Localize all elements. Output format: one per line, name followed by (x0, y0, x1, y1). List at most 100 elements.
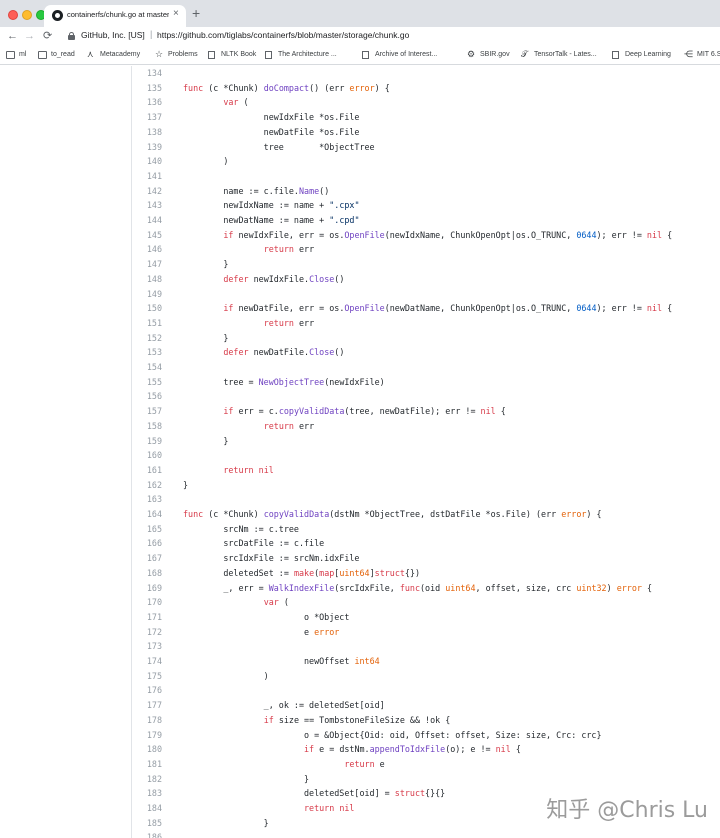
code-line: o *Object (183, 611, 350, 622)
bookmark-label: NLTK Book (221, 51, 257, 58)
line-number[interactable]: 167 (134, 552, 162, 564)
bookmark-label: to_read (51, 51, 75, 58)
line-number[interactable]: 166 (134, 537, 162, 549)
line-number[interactable]: 174 (134, 655, 162, 667)
line-number[interactable]: 172 (134, 626, 162, 638)
github-icon (52, 10, 63, 21)
line-number[interactable]: 180 (134, 743, 162, 755)
line-number[interactable]: 151 (134, 317, 162, 329)
tensortalk-icon: 𝒯 (521, 49, 528, 59)
code-line: return err (263, 420, 315, 431)
line-number[interactable]: 184 (134, 802, 162, 814)
code-view: 134 135 func (c *Chunk) doCompact() (err e… (0, 66, 720, 838)
line-number[interactable]: 170 (134, 596, 162, 608)
line-number[interactable]: 177 (134, 699, 162, 711)
tab-strip: containerfs/chunk.go at master × + (0, 0, 720, 27)
code-line: if size == TombstoneFileSize && !ok { (263, 714, 451, 725)
line-number[interactable]: 152 (134, 332, 162, 344)
bookmark-label: TensorTalk - Lates... (534, 51, 597, 58)
line-number[interactable]: 186 (134, 831, 162, 838)
line-number[interactable]: 176 (134, 684, 162, 696)
close-window-button[interactable] (8, 10, 18, 20)
line-number[interactable]: 171 (134, 611, 162, 623)
line-number[interactable]: 163 (134, 493, 162, 505)
line-number[interactable]: 146 (134, 243, 162, 255)
bookmark-label: Metacademy (100, 51, 141, 58)
line-number[interactable]: 161 (134, 464, 162, 476)
line-number[interactable]: 134 (134, 67, 162, 79)
line-number[interactable]: 136 (134, 96, 162, 108)
line-number[interactable]: 143 (134, 199, 162, 211)
bookmark-label: The Architecture ... (278, 51, 337, 58)
browser-toolbar: ← → ⟳ GitHub, Inc. [US] | https://github… (0, 27, 720, 45)
code-line: } (183, 259, 229, 270)
line-number[interactable]: 139 (134, 141, 162, 153)
line-number[interactable]: 173 (134, 640, 162, 652)
line-number[interactable]: 164 (134, 508, 162, 520)
line-number[interactable]: 168 (134, 567, 162, 579)
line-number[interactable]: 160 (134, 449, 162, 461)
line-number[interactable]: 148 (134, 273, 162, 285)
line-number[interactable]: 182 (134, 773, 162, 785)
line-number[interactable]: 169 (134, 582, 162, 594)
line-number[interactable]: 158 (134, 420, 162, 432)
line-number[interactable]: 155 (134, 376, 162, 388)
document-icon (208, 51, 215, 59)
code-line: _, err = WalkIndexFile(srcIdxFile, func(… (183, 582, 653, 593)
tab-title: containerfs/chunk.go at master (67, 10, 169, 19)
line-number[interactable]: 150 (134, 302, 162, 314)
line-number[interactable]: 179 (134, 729, 162, 741)
minimize-window-button[interactable] (22, 10, 32, 20)
bookmark-label: MIT 6.S (697, 51, 720, 58)
tab-close-icon[interactable]: × (173, 8, 179, 19)
code-line: newDatFile *os.File (183, 126, 360, 137)
code-line: srcIdxFile := srcNm.idxFile (183, 553, 360, 564)
line-number[interactable]: 162 (134, 479, 162, 491)
gutter-divider (131, 66, 132, 838)
line-number[interactable]: 178 (134, 714, 162, 726)
code-line: newIdxName := name + ".cpx" (183, 200, 360, 211)
lock-icon[interactable] (68, 32, 75, 40)
reload-button[interactable]: ⟳ (43, 29, 52, 43)
line-number[interactable]: 142 (134, 185, 162, 197)
line-number[interactable]: 135 (134, 82, 162, 94)
back-button[interactable]: ← (7, 29, 18, 43)
watermark: 知乎 @Chris Lu (546, 798, 708, 823)
code-line: } (183, 435, 229, 446)
line-number[interactable]: 140 (134, 155, 162, 167)
line-number[interactable]: 149 (134, 288, 162, 300)
code-line: srcNm := c.tree (183, 523, 299, 534)
code-line: _, ok := deletedSet[oid] (183, 700, 385, 711)
code-line: return nil (223, 464, 274, 475)
code-line: } (183, 332, 229, 343)
line-number[interactable]: 181 (134, 758, 162, 770)
line-number[interactable]: 145 (134, 229, 162, 241)
address-bar[interactable]: https://github.com/tiglabs/containerfs/b… (157, 30, 409, 40)
line-number[interactable]: 138 (134, 126, 162, 138)
bookmark-label: ml (19, 51, 27, 58)
line-number[interactable]: 137 (134, 111, 162, 123)
code-line: newIdxFile *os.File (183, 112, 360, 123)
line-number[interactable]: 183 (134, 787, 162, 799)
code-line: if newDatFile, err = os.OpenFile(newDatN… (223, 303, 673, 314)
code-line: srcDatFile := c.file (183, 538, 325, 549)
line-number[interactable]: 165 (134, 523, 162, 535)
new-tab-button[interactable]: + (192, 6, 200, 20)
line-number[interactable]: 147 (134, 258, 162, 270)
tab-chunk-go[interactable]: containerfs/chunk.go at master × (44, 5, 186, 27)
line-number[interactable]: 156 (134, 390, 162, 402)
line-number[interactable]: 153 (134, 346, 162, 358)
code-line: func (c *Chunk) copyValidData(dstNm *Obj… (183, 509, 602, 519)
code-line: var ( (223, 97, 249, 108)
line-number[interactable]: 141 (134, 170, 162, 182)
line-number[interactable]: 157 (134, 405, 162, 417)
line-number[interactable]: 175 (134, 670, 162, 682)
code-line: func (c *Chunk) doCompact() (err error) … (183, 82, 390, 93)
forward-button[interactable]: → (24, 29, 35, 43)
line-number[interactable]: 144 (134, 214, 162, 226)
code-line: if newIdxFile, err = os.OpenFile(newIdxN… (223, 229, 673, 240)
line-number[interactable]: 154 (134, 361, 162, 373)
site-identity[interactable]: GitHub, Inc. [US] (81, 30, 145, 40)
line-number[interactable]: 159 (134, 435, 162, 447)
line-number[interactable]: 185 (134, 817, 162, 829)
